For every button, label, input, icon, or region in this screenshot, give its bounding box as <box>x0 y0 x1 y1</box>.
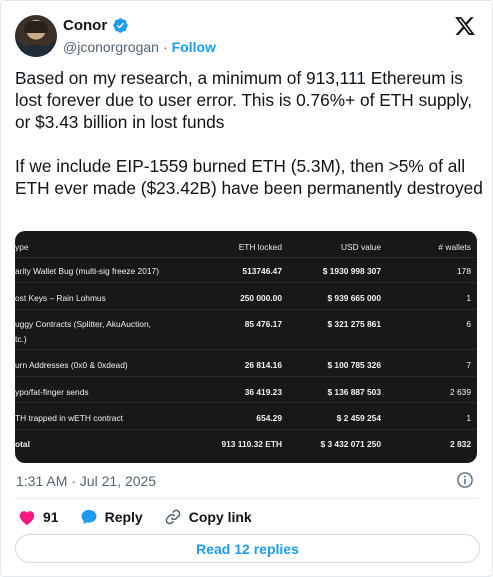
author-name[interactable]: Conor <box>63 17 107 34</box>
like-count: 91 <box>43 509 59 525</box>
header-type: ype <box>15 242 29 252</box>
x-logo-icon[interactable] <box>454 15 476 37</box>
link-icon <box>165 509 181 525</box>
row-usd: $ 939 665 000 <box>327 293 381 303</box>
table-divider <box>15 309 477 310</box>
total-wallets: 2 832 <box>450 439 471 449</box>
header-usd-value: USD value <box>340 242 381 252</box>
tweet-timestamp[interactable]: 1:31 AM · Jul 21, 2025 <box>16 473 156 489</box>
row-usd: $ 1930 998 307 <box>322 266 381 276</box>
read-replies-button[interactable]: Read 12 replies <box>15 534 480 563</box>
row-usd: $ 100 785 326 <box>327 360 381 370</box>
like-button[interactable]: 91 <box>17 507 59 527</box>
row-eth: 36 419.23 <box>244 387 282 397</box>
tweet-paragraph-2: If we include EIP-1559 burned ETH (5.3M)… <box>15 156 483 198</box>
copy-link-label: Copy link <box>188 509 252 525</box>
row-eth: 654.29 <box>256 413 282 423</box>
avatar-shirt <box>19 45 53 57</box>
tweet-paragraph-1: Based on my research, a minimum of 913,1… <box>15 68 473 132</box>
header-eth-locked: ETH locked <box>238 242 282 252</box>
avatar-hair <box>24 21 48 33</box>
action-bar: 91 Reply Copy link <box>17 506 272 528</box>
follow-button[interactable]: Follow <box>172 39 216 55</box>
row-eth: 250 000.00 <box>240 293 282 303</box>
reply-button[interactable]: Reply <box>79 507 143 527</box>
row-wallets: 2 639 <box>450 387 471 397</box>
row-type: uggy Contracts (Splitter, AkuAuction, <box>15 319 151 329</box>
row-type: ypo/fat-finger sends <box>15 387 89 397</box>
row-eth: 26 814.16 <box>244 360 282 370</box>
table-divider <box>15 429 477 430</box>
table-divider <box>15 376 477 377</box>
table-divider <box>15 349 477 350</box>
table-divider <box>15 282 477 283</box>
row-usd: $ 136 887 503 <box>327 387 381 397</box>
row-wallets: 178 <box>457 266 471 276</box>
avatar[interactable] <box>15 15 57 57</box>
row-wallets: 7 <box>466 360 471 370</box>
table-divider <box>15 402 477 403</box>
copy-link-button[interactable]: Copy link <box>163 507 252 527</box>
row-type: urn Addresses (0x0 & 0xdead) <box>15 360 128 370</box>
author-handle-row: @jconorgrogan · Follow <box>63 39 216 55</box>
header-wallets: # wallets <box>438 242 471 252</box>
row-usd: $ 2 459 254 <box>336 413 381 423</box>
row-wallets: 1 <box>466 293 471 303</box>
author-handle[interactable]: @jconorgrogan <box>63 39 159 55</box>
heart-icon <box>19 511 35 525</box>
total-label: otal <box>15 439 30 449</box>
reply-bubble-icon <box>81 509 97 525</box>
table-divider <box>15 257 477 258</box>
verified-badge-icon <box>113 18 128 33</box>
tweet-text: Based on my research, a minimum of 913,1… <box>15 67 485 199</box>
row-wallets: 6 <box>466 319 471 329</box>
divider <box>15 498 478 499</box>
info-icon[interactable] <box>456 471 474 489</box>
row-type: arity Wallet Bug (multi-sig freeze 2017) <box>15 266 159 276</box>
row-wallets: 1 <box>466 413 471 423</box>
row-eth: 513746.47 <box>242 266 282 276</box>
row-type-continued: tc.) <box>15 334 27 344</box>
total-usd: $ 3 432 071 250 <box>320 439 381 449</box>
tweet-image-table[interactable]: ype ETH locked USD value # wallets arity… <box>15 231 477 463</box>
total-eth: 913 110.32 ETH <box>221 439 282 449</box>
separator-dot: · <box>162 39 168 55</box>
row-eth: 85 476.17 <box>244 319 282 329</box>
row-usd: $ 321 275 861 <box>327 319 381 329</box>
row-type: TH trapped in wETH contract <box>15 413 123 423</box>
tweet-card: Conor @jconorgrogan · Follow Based on my… <box>0 0 493 577</box>
reply-label: Reply <box>104 509 143 525</box>
row-type: ost Keys – Rain Lohmus <box>15 293 106 303</box>
author-name-row: Conor <box>63 17 129 34</box>
